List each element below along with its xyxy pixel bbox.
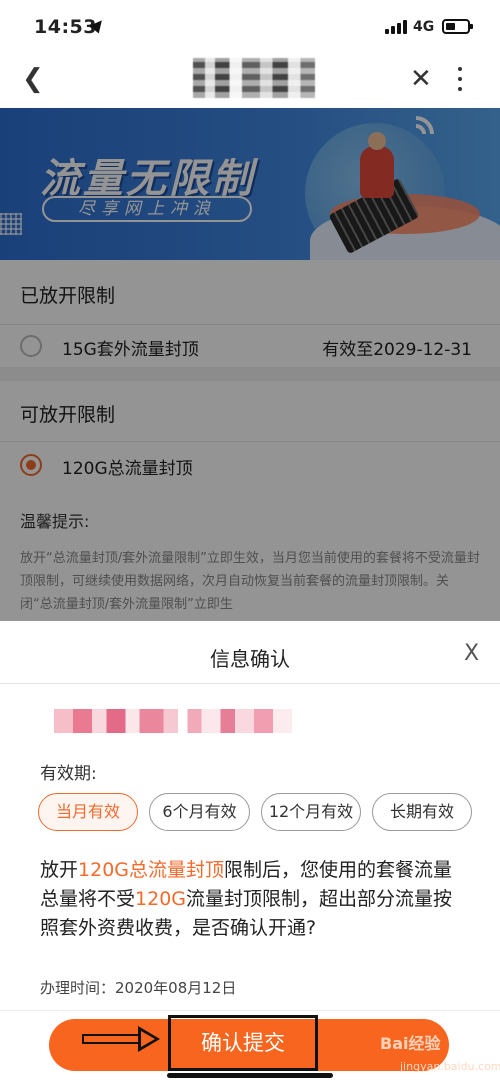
confirm-modal: 信息确认 X 有效期: 当月有效 6个月有效 12个月有效 长期有效 放开120…: [0, 621, 500, 1083]
watermark-logo: Bai经验: [380, 1034, 441, 1053]
close-icon[interactable]: ✕: [410, 64, 432, 94]
back-icon[interactable]: ❮: [22, 66, 46, 92]
submit-button-label[interactable]: 确认提交: [168, 1015, 318, 1071]
modal-backdrop[interactable]: [0, 108, 500, 621]
status-bar: 14:53 4G: [0, 0, 500, 50]
page-title-redacted: [193, 58, 315, 98]
arrow-icon: [82, 1026, 164, 1052]
modal-bottom-divider: [0, 1010, 500, 1011]
modal-title: 信息确认: [210, 647, 290, 671]
period-option-6-months[interactable]: 6个月有效: [149, 793, 250, 831]
signal-icon: [385, 20, 407, 34]
confirm-description: 放开120G总流量封顶限制后，您使用的套餐流量总量将不受120G流量封顶限制，超…: [40, 859, 453, 939]
modal-close-button[interactable]: X: [464, 641, 479, 666]
period-option-current-month[interactable]: 当月有效: [38, 793, 138, 831]
redacted-phone-number: [54, 709, 292, 733]
more-icon[interactable]: [455, 64, 465, 94]
status-time: 14:53: [34, 16, 97, 38]
home-indicator[interactable]: [167, 1073, 333, 1078]
battery-icon: [442, 19, 473, 34]
network-type: 4G: [413, 19, 435, 35]
period-option-12-months[interactable]: 12个月有效: [261, 793, 361, 831]
handle-time: 办理时间：2020年08月12日: [40, 979, 237, 997]
nav-bar: ❮ ✕: [0, 50, 500, 108]
modal-divider: [0, 683, 500, 684]
period-label: 有效期:: [40, 764, 97, 784]
watermark-url: jingyan.baidu.com: [400, 1060, 500, 1073]
period-option-long-term[interactable]: 长期有效: [372, 793, 472, 831]
